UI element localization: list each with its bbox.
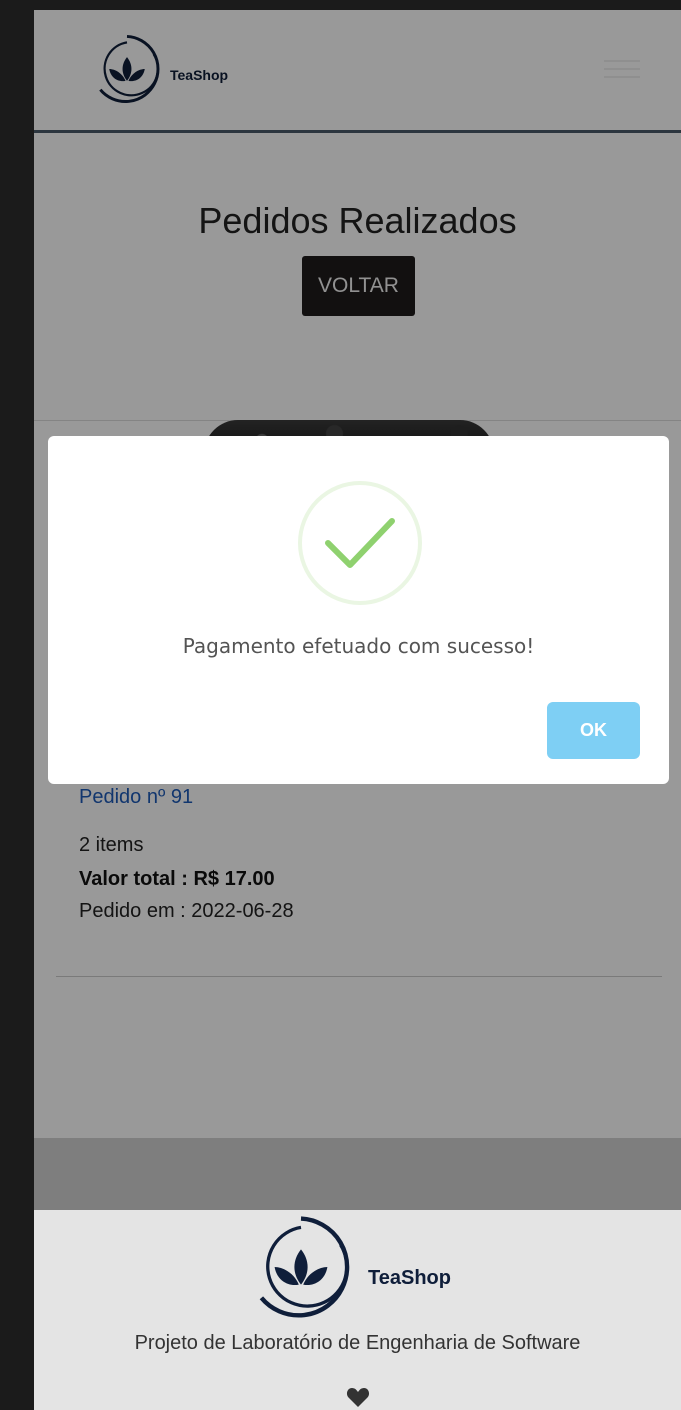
ok-button[interactable]: OK [547,702,640,759]
success-dialog: Pagamento efetuado com sucesso! OK [48,436,669,784]
dialog-message: Pagamento efetuado com sucesso! [182,634,535,658]
checkmark-icon [325,518,395,568]
footer-text: Projeto de Laboratório de Engenharia de … [134,1332,581,1354]
footer-brand-name: TeaShop [368,1266,451,1289]
footer-logo[interactable]: TeaShop [246,1212,451,1322]
footer: TeaShop Projeto de Laboratório de Engenh… [34,1210,681,1410]
browser-viewport: TeaShop Pedidos Realizados VOLTAR Pedido… [34,10,681,1410]
teashop-logo-icon [259,1216,350,1318]
success-icon [298,481,422,605]
heart-icon [346,1388,370,1407]
